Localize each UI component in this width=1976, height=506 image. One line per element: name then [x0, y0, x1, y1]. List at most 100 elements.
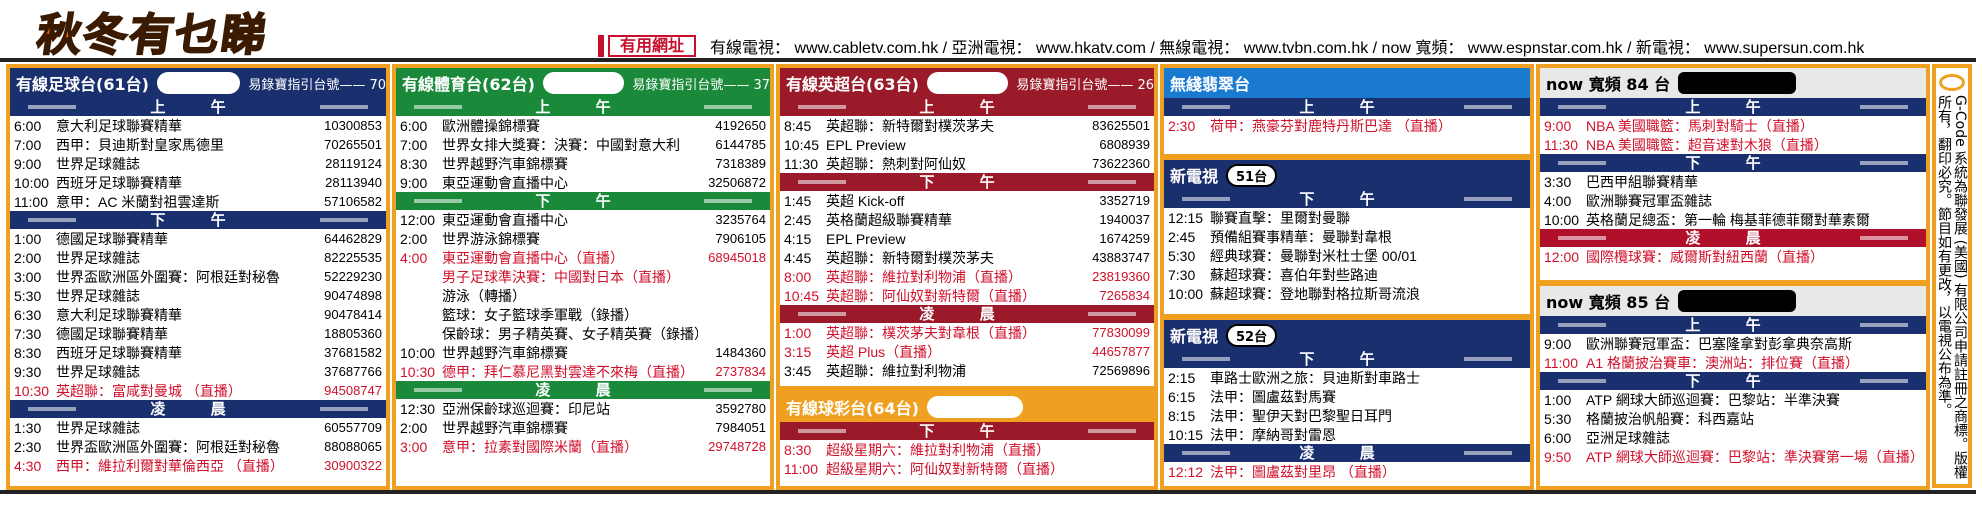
program-title: 英格蘭足總盃：第一輪 梅基菲德菲爾對華素爾 — [1586, 211, 1870, 228]
program-time: 5:30 — [1544, 410, 1572, 427]
guide-channel-number: 易錄寶指引台號—— 37 — [632, 77, 770, 93]
program-title: 意大利足球聯賽精華 — [56, 306, 182, 323]
program-title: NBA 美國職籃：超音速對木狼（直播） — [1586, 136, 1828, 153]
program-time: 7:30 — [1168, 266, 1196, 283]
program-time: 9:00 — [1544, 335, 1572, 352]
channel-header: 無綫翡翠台 — [1164, 68, 1530, 98]
program-title: 保齡球：男子精英賽、女子精英賽（錄播） — [442, 325, 698, 342]
tv-guide-page: 秋冬有乜睇 有用網址 有線電視： www.cabletv.com.hk / 亞洲… — [0, 0, 1976, 506]
program-time: 6:00 — [400, 117, 428, 134]
time-band: 上 午 — [396, 98, 770, 116]
time-band: 下 午 — [1164, 350, 1530, 368]
program-row: 8:15 法甲：聖伊天對巴黎聖日耳門 — [1164, 406, 1530, 425]
column-cable-epl: 有線英超台(63台) 易錄寶指引台號—— 26 上 午 8:45 英超聯：新特爾對樸茨茅… — [776, 64, 1158, 490]
program-title: EPL Preview — [826, 136, 906, 153]
program-title: ATP 網球大師巡迴賽：巴黎站：半準決賽 — [1586, 391, 1840, 408]
channel-panel-now-84: now 寬頻 84 台上 午 9:00 NBA 美國職籃：馬刺對騎士（直播） 11:3… — [1540, 68, 1926, 280]
program-title: 世界足球雜誌 — [56, 363, 140, 380]
channel-panel-now-85: now 寬頻 85 台上 午 9:00 歐洲聯賽冠軍盃：巴塞隆拿對彭拿典奈高斯 11:… — [1540, 286, 1926, 486]
program-time: 7:00 — [400, 136, 428, 153]
program-title: 世界盃歐洲區外圍賽：阿根廷對秘魯 — [56, 268, 280, 285]
channel-panel-newtv-52: 新電視 52台下 午 2:15 車路士歐洲之旅：貝迪斯對車路士 6:15 法甲：圖盧茲對馬… — [1164, 320, 1530, 486]
program-time: 10:00 — [400, 344, 436, 361]
time-band: 上 午 — [1540, 98, 1926, 116]
gcode-number: 1674259 — [1099, 231, 1150, 246]
gcode-number: 44657877 — [1092, 344, 1150, 359]
program-row: 2:00 世界游泳錦標賽 7906105 — [396, 229, 770, 248]
channel-name: 有線足球台(61台) — [16, 75, 149, 94]
gcode-number: 30900322 — [324, 458, 382, 473]
gcode-number: 90474898 — [324, 288, 382, 303]
channel-panel-newtv-51: 新電視 51台下 午 12:15 聯賽直擊：里爾對曼聯 2:45 預備組賽事精華：曼聯對韋… — [1164, 160, 1530, 314]
program-time: 8:00 — [784, 268, 812, 285]
program-time: 6:15 — [1168, 388, 1196, 405]
time-band: 凌 晨 — [1540, 229, 1926, 247]
gcode-number: 73622360 — [1092, 156, 1150, 171]
time-band: 下 午 — [1540, 154, 1926, 172]
channel-header: 有線球彩台(64台) — [780, 392, 1154, 422]
program-title: 英超聯：熱刺對阿仙奴 — [826, 155, 966, 172]
program-time: 8:30 — [14, 344, 42, 361]
gcode-number: 23819360 — [1092, 269, 1150, 284]
program-time: 3:15 — [784, 343, 812, 360]
program-time: 2:30 — [14, 438, 42, 455]
program-row: 6:30 意大利足球聯賽精華 90478414 — [10, 305, 386, 324]
program-title: 聯賽直擊：里爾對曼聯 — [1210, 209, 1350, 226]
program-title: 格蘭披治帆船賽：科西嘉站 — [1586, 410, 1754, 427]
program-time: 5:30 — [14, 287, 42, 304]
gcode-number: 37687766 — [324, 364, 382, 379]
program-time: 10:00 — [1168, 285, 1204, 302]
gcode-number: 32506872 — [708, 175, 766, 190]
program-row: 1:00 ATP 網球大師巡迴賽：巴黎站：半準決賽 — [1540, 390, 1926, 409]
program-time: 4:15 — [784, 230, 812, 247]
program-time: 8:30 — [400, 155, 428, 172]
program-row: 11:30 英超聯：熱刺對阿仙奴 73622360 — [780, 154, 1154, 173]
program-time: 1:00 — [14, 230, 42, 247]
program-row: 男子足球準決賽：中國對日本（直播） — [396, 267, 770, 286]
program-row: 4:00 歐洲聯賽冠軍盃雜誌 — [1540, 191, 1926, 210]
program-row: 2:30 世界盃歐洲區外圍賽：阿根廷對秘魯 88088065 — [10, 437, 386, 456]
program-row: 保齡球：男子精英賽、女子精英賽（錄播） — [396, 324, 770, 343]
program-row: 11:30 NBA 美國職籃：超音速對木狼（直播） — [1540, 135, 1926, 154]
program-title: 超級星期六：阿仙奴對新特爾（直播） — [826, 460, 1064, 477]
program-row: 10:45 EPL Preview 6808939 — [780, 135, 1154, 154]
channel-number-badge: 51台 — [1226, 163, 1278, 187]
program-time: 11:30 — [784, 155, 818, 172]
program-time: 2:45 — [1168, 228, 1196, 245]
gcode-number: 57106582 — [324, 194, 382, 209]
gcode-number: 94508747 — [324, 383, 382, 398]
program-time: 11:00 — [1544, 354, 1578, 371]
useful-links: 有用網址 有線電視： www.cabletv.com.hk / 亞洲電視： ww… — [598, 34, 1864, 58]
time-band: 上 午 — [1540, 316, 1926, 334]
program-title: 英格蘭超級聯賽精華 — [826, 211, 952, 228]
program-title: 東亞運動會直播中心 — [442, 174, 568, 191]
program-title: 德國足球聯賽精華 — [56, 325, 168, 342]
program-title: 世界足球雜誌 — [56, 419, 140, 436]
program-row: 10:45 英超聯：阿仙奴對新特爾（直播） 7265834 — [780, 286, 1154, 305]
gcode-text: G-Code 系統為聯發展 (美國) 有限公司申請註冊之商標。版權所有，翻印必究… — [1936, 95, 1968, 480]
channel-name: now 寬頻 85 台 — [1546, 293, 1671, 312]
gcode-number: 3235764 — [715, 212, 766, 227]
column-now: now 寬頻 84 台上 午 9:00 NBA 美國職籃：馬刺對騎士（直播） 11:3… — [1536, 64, 1930, 490]
gcode-number: 6808939 — [1099, 137, 1150, 152]
program-row: 9:30 世界足球雜誌 37687766 — [10, 362, 386, 381]
channel-panel-64: 有線球彩台(64台) 下 午 8:30 超級星期六：維拉對利物浦（直播） 11:00 超級… — [780, 392, 1154, 486]
links-text: 有線電視： www.cabletv.com.hk / 亞洲電視： www.hka… — [710, 40, 1865, 57]
gcode-number: 72569896 — [1092, 363, 1150, 378]
program-title: 西甲：貝迪斯對皇家馬德里 — [56, 136, 224, 153]
gcode-number: 3352719 — [1099, 193, 1150, 208]
program-time: 3:45 — [784, 362, 812, 379]
program-row: 游泳（轉播） — [396, 286, 770, 305]
program-time: 4:45 — [784, 249, 812, 266]
program-title: 世界足球雜誌 — [56, 249, 140, 266]
gcode-circle-icon — [1939, 74, 1965, 92]
gcode-notice: G-Code 系統為聯發展 (美國) 有限公司申請註冊之商標。版權所有，翻印必究… — [1932, 64, 1972, 488]
program-title: 世界女排大獎賽：決賽：中國對意大利 — [442, 136, 680, 153]
program-title: 法甲：摩納哥對雷恩 — [1210, 426, 1336, 443]
channel-panel-62: 有線體育台(62台) 易錄寶指引台號—— 37 上 午 6:00 歐洲體操錦標賽 4192… — [396, 68, 770, 486]
gcode-number: 43883747 — [1092, 250, 1150, 265]
time-band: 下 午 — [1164, 190, 1530, 208]
program-title: 西班牙足球聯賽精華 — [56, 344, 182, 361]
time-band: 下 午 — [780, 173, 1154, 191]
column-cable-sports: 有線體育台(62台) 易錄寶指引台號—— 37 上 午 6:00 歐洲體操錦標賽 4192… — [392, 64, 774, 490]
